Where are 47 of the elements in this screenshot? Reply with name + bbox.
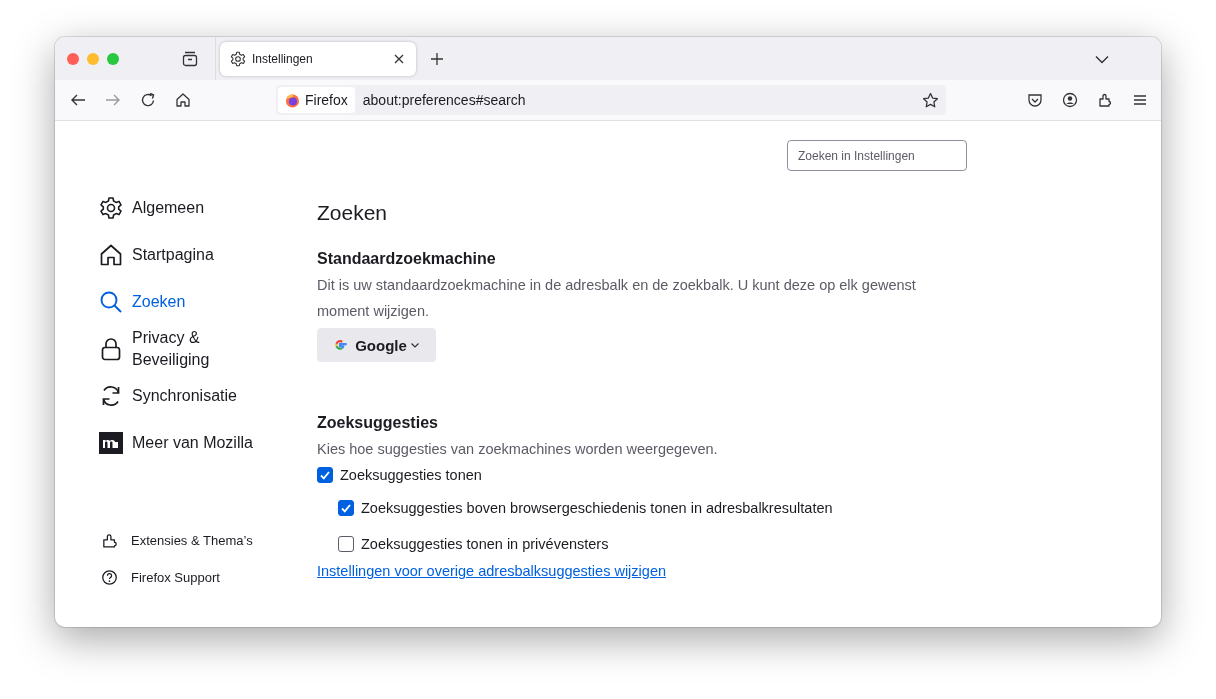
lock-icon [99, 336, 123, 361]
sidebar-item[interactable]: Zoeken [99, 278, 299, 325]
identity-box[interactable]: Firefox [278, 87, 355, 113]
checkbox-label: Zoeksuggesties tonen in privévensters [361, 536, 609, 552]
gear-icon [99, 195, 123, 220]
sidebar-link[interactable]: Firefox Support [99, 559, 279, 596]
section-heading: Zoeksuggesties [317, 413, 439, 433]
star-icon[interactable] [922, 91, 939, 109]
back-arrow-icon[interactable] [70, 92, 86, 108]
sidebar-item[interactable]: Startpagina [99, 231, 299, 278]
checkbox[interactable] [317, 467, 333, 483]
forward-arrow-icon[interactable] [105, 92, 121, 108]
browser-logo-icon [285, 92, 300, 108]
tray-icon[interactable] [181, 49, 199, 68]
account-icon[interactable] [1062, 92, 1078, 108]
gear-icon [230, 50, 246, 67]
address-bar[interactable]: Firefox about:preferences#search [276, 85, 946, 115]
sidebar-item[interactable]: Meer van Mozilla [99, 419, 299, 466]
sidebar-item[interactable]: Algemeen [99, 184, 299, 231]
browser-tab[interactable]: Instellingen [220, 41, 416, 76]
caret-icon [409, 340, 420, 350]
search-field[interactable]: Zoeken in Instellingen [787, 140, 967, 171]
home-icon[interactable] [175, 92, 191, 108]
search-icon [99, 289, 123, 314]
help-icon [101, 569, 118, 586]
reload-icon[interactable] [140, 92, 156, 108]
m-logo-icon [99, 430, 123, 455]
home-icon [99, 242, 123, 267]
sidebar-link[interactable]: Extensies & Thema’s [99, 522, 279, 559]
pocket-icon[interactable] [1027, 92, 1043, 108]
page-title: Zoeken [317, 200, 389, 226]
menu-icon[interactable] [1132, 92, 1148, 108]
section-description: Kies hoe suggesties van zoekmachines worden weergegeven. [317, 440, 719, 459]
sidebar-item[interactable]: Privacy & Beveiliging [99, 325, 299, 372]
g-logo-icon [333, 338, 348, 352]
new-tab-icon[interactable] [430, 51, 444, 66]
url-text: about:preferences#search [362, 92, 527, 108]
checkbox[interactable] [338, 500, 354, 516]
section-heading: Standaardzoekmachine [317, 249, 497, 269]
section-description: Dit is uw standaardzoekmachine in de adresbalk en de zoekbalk. U kunt deze op elk gewenst moment wijzigen. [317, 276, 917, 321]
settings-link[interactable]: Instellingen voor overige adresbalksuggesties wijzigen [317, 563, 666, 579]
sidebar-item[interactable]: Synchronisatie [99, 372, 299, 419]
checkbox-label: Zoeksuggesties tonen [340, 467, 482, 483]
checkbox-label: Zoeksuggesties boven browsergeschiedenis tonen in adresbalkresultaten [361, 500, 833, 516]
close-window-button[interactable] [67, 52, 79, 65]
engine-dropdown[interactable]: Google [317, 328, 436, 362]
checkbox[interactable] [338, 536, 354, 552]
